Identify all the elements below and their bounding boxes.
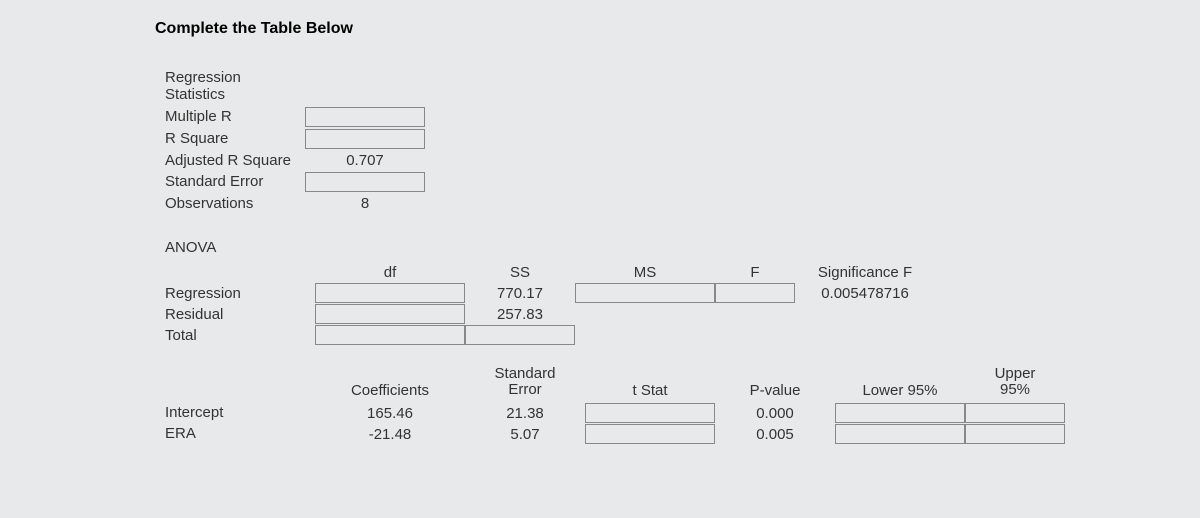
input-total-df[interactable] — [315, 325, 465, 345]
input-intercept-t[interactable] — [585, 403, 715, 423]
label-total: Total — [165, 325, 315, 346]
header-sig-f: Significance F — [795, 264, 935, 283]
header-p-value: P-value — [715, 382, 835, 402]
regression-stats-table: Regression Statistics Multiple R R Squar… — [165, 68, 1200, 213]
header-upper-95-line1: Upper — [995, 365, 1036, 382]
header-lower-95: Lower 95% — [835, 382, 965, 402]
input-r-square[interactable] — [305, 129, 425, 149]
coefficients-table: Coefficients Standard Error t Stat P-val… — [165, 366, 1200, 444]
label-r-square: R Square — [165, 129, 305, 148]
value-intercept-p: 0.000 — [715, 404, 835, 423]
value-era-se: 5.07 — [465, 425, 585, 444]
stats-heading: Regression Statistics — [165, 68, 305, 105]
header-std-error: Standard Error — [465, 366, 585, 402]
value-intercept-se: 21.38 — [465, 404, 585, 423]
label-observations: Observations — [165, 194, 305, 213]
input-regression-f[interactable] — [715, 283, 795, 303]
anova-table: df SS MS F Significance F Regression 770… — [165, 264, 1200, 346]
value-adj-r-square: 0.707 — [305, 151, 425, 170]
header-upper-95-line2: 95% — [1000, 381, 1030, 398]
label-era: ERA — [165, 423, 315, 444]
value-era-coef: -21.48 — [315, 425, 465, 444]
page-title: Complete the Table Below — [155, 20, 1200, 38]
header-ms: MS — [575, 264, 715, 283]
label-intercept: Intercept — [165, 402, 315, 423]
label-adj-r-square: Adjusted R Square — [165, 151, 305, 170]
anova-heading: ANOVA — [165, 237, 1200, 258]
content-area: Regression Statistics Multiple R R Squar… — [165, 68, 1200, 444]
input-multiple-r[interactable] — [305, 107, 425, 127]
value-regression-ss: 770.17 — [465, 284, 575, 303]
header-df: df — [315, 264, 465, 283]
value-observations: 8 — [305, 194, 425, 213]
label-multiple-r: Multiple R — [165, 107, 305, 126]
value-residual-ss: 257.83 — [465, 305, 575, 324]
value-era-p: 0.005 — [715, 425, 835, 444]
input-era-lower[interactable] — [835, 424, 965, 444]
input-std-error[interactable] — [305, 172, 425, 192]
label-residual: Residual — [165, 304, 315, 325]
header-coefficients: Coefficients — [315, 382, 465, 402]
label-regression: Regression — [165, 283, 315, 304]
value-regression-sigf: 0.005478716 — [795, 284, 935, 303]
input-regression-ms[interactable] — [575, 283, 715, 303]
header-std-error-line2: Error — [508, 381, 541, 398]
input-intercept-upper[interactable] — [965, 403, 1065, 423]
header-ss: SS — [465, 264, 575, 283]
input-residual-df[interactable] — [315, 304, 465, 324]
header-std-error-line1: Standard — [495, 365, 556, 382]
input-total-ss[interactable] — [465, 325, 575, 345]
input-intercept-lower[interactable] — [835, 403, 965, 423]
value-intercept-coef: 165.46 — [315, 404, 465, 423]
input-regression-df[interactable] — [315, 283, 465, 303]
input-era-upper[interactable] — [965, 424, 1065, 444]
stats-heading-line1: Regression — [165, 69, 241, 86]
header-t-stat: t Stat — [585, 382, 715, 402]
header-upper-95: Upper 95% — [965, 366, 1065, 402]
stats-heading-line2: Statistics — [165, 86, 225, 103]
input-era-t[interactable] — [585, 424, 715, 444]
label-std-error: Standard Error — [165, 172, 305, 191]
header-f: F — [715, 264, 795, 283]
